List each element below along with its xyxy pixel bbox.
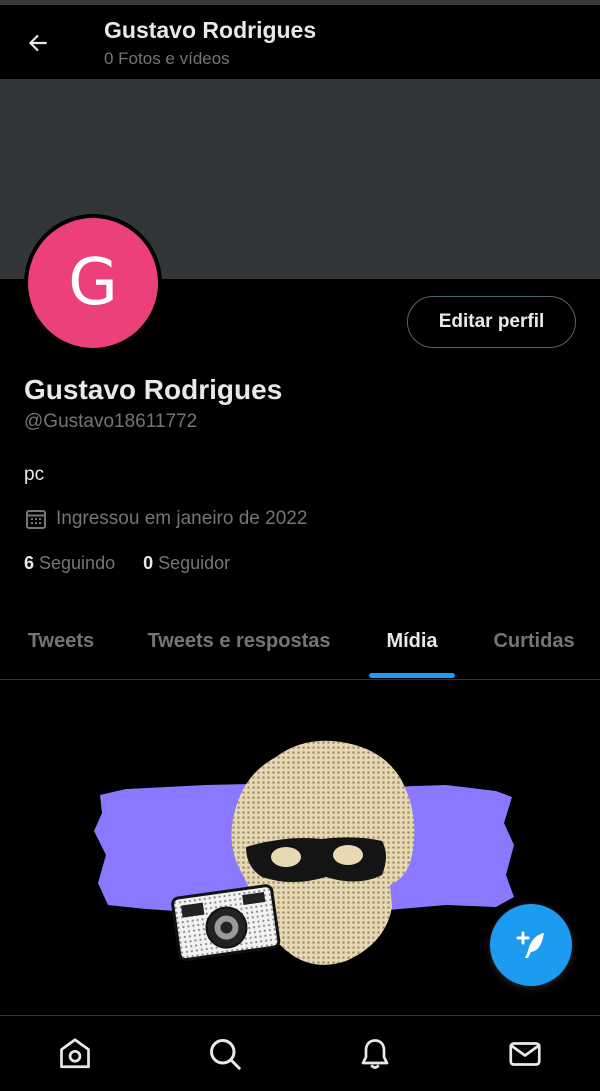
joined-text: Ingressou em janeiro de 2022: [56, 508, 308, 529]
edit-profile-button[interactable]: Editar perfil: [407, 296, 576, 348]
bottom-nav: [0, 1015, 600, 1091]
joined-date: Ingressou em janeiro de 2022: [24, 507, 307, 531]
header-subtitle: 0 Fotos e vídeos: [104, 49, 230, 68]
nav-messages[interactable]: [503, 1032, 547, 1076]
following-count: 6: [24, 553, 35, 573]
compose-tweet-button[interactable]: [490, 904, 572, 986]
back-arrow-icon: [28, 34, 47, 52]
bell-icon: [361, 1039, 389, 1069]
calendar-icon: [26, 510, 46, 529]
active-tab-indicator: [369, 673, 455, 678]
profile-bio: pc: [24, 464, 45, 485]
back-button[interactable]: [18, 23, 58, 63]
home-icon: [60, 1038, 90, 1069]
tab-tweets-e-respostas[interactable]: Tweets e respostas: [122, 602, 356, 680]
following-label: Seguindo: [39, 553, 116, 573]
avatar[interactable]: G: [24, 214, 162, 352]
empty-media-illustration: [94, 740, 514, 965]
followers-link[interactable]: 0 Seguidor: [143, 553, 230, 574]
follow-stats: 6 Seguindo 0 Seguidor: [24, 553, 230, 574]
avatar-letter: G: [68, 246, 118, 320]
tab-tweets[interactable]: Tweets: [0, 602, 122, 680]
top-header: Gustavo Rodrigues 0 Fotos e vídeos: [0, 5, 600, 79]
profile-tabs: Tweets Tweets e respostas Mídia Curtidas: [0, 602, 600, 680]
header-title: Gustavo Rodrigues: [104, 17, 317, 43]
search-icon: [210, 1039, 241, 1070]
profile-handle: @Gustavo18611772: [24, 411, 198, 432]
mail-icon: [509, 1042, 541, 1066]
tab-midia[interactable]: Mídia: [356, 602, 468, 680]
followers-label: Seguidor: [158, 553, 231, 573]
profile-name: Gustavo Rodrigues: [24, 374, 283, 405]
following-link[interactable]: 6 Seguindo: [24, 553, 115, 574]
nav-home[interactable]: [53, 1032, 97, 1076]
nav-notifications[interactable]: [353, 1032, 397, 1076]
compose-tweet-icon: [516, 931, 544, 958]
nav-search[interactable]: [203, 1032, 247, 1076]
followers-count: 0: [143, 553, 154, 573]
tab-curtidas[interactable]: Curtidas: [468, 602, 600, 680]
